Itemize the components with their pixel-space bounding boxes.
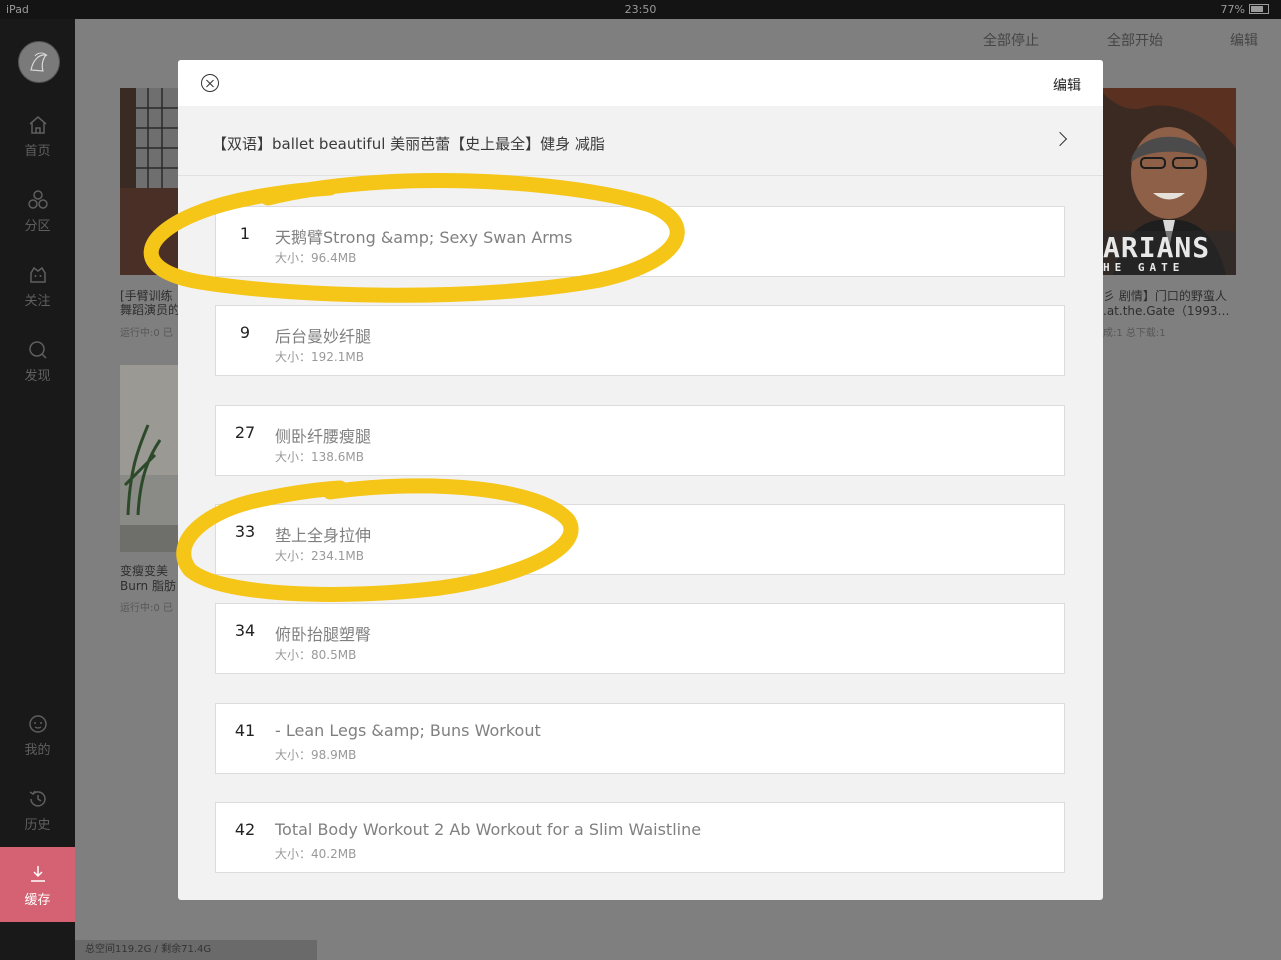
episode-number: 41 [234,721,256,740]
video-title-line: 彡 剧情】门口的野蛮人 [1103,289,1227,303]
video-thumbnail[interactable] [120,365,180,552]
status-bar: iPad 23:50 77% [0,0,1281,19]
sidebar-item-home[interactable]: 首页 [0,114,75,184]
battery-indicator: 77% [1221,3,1269,16]
download-detail-modal: 编辑 【双语】ballet beautiful 美丽芭蕾【史上最全】健身 减脂 … [178,60,1103,900]
video-title-line: Burn 脂肪 [120,579,176,593]
sidebar-item-follow[interactable]: 关注 [0,264,75,334]
episode-item[interactable]: 33 垫上全身拉伸 大小：234.1MB [215,504,1065,575]
poster-subtitle: HE GATE [1103,261,1185,274]
episode-title: 天鹅臂Strong &amp; Sexy Swan Arms [275,228,573,247]
sidebar-item-cache[interactable]: 缓存 [0,847,75,922]
video-title-line: .at.the.Gate（1993… [1103,304,1230,318]
episode-number: 42 [234,820,256,839]
sidebar-item-discover[interactable]: 发现 [0,339,75,409]
thumbnail-image [120,88,180,275]
episode-item[interactable]: 42 Total Body Workout 2 Ab Workout for a… [215,802,1065,873]
episode-title: 垫上全身拉伸 [275,526,372,545]
avatar-image [19,42,59,82]
episode-number: 33 [234,522,256,541]
episode-item[interactable]: 34 俯卧抬腿塑臀 大小：80.5MB [215,603,1065,674]
episode-item[interactable]: 1 天鹅臂Strong &amp; Sexy Swan Arms 大小：96.4… [215,206,1065,277]
battery-level: 77% [1220,3,1245,16]
episode-size: 大小：234.1MB [275,549,364,563]
thumbnail-image [120,365,180,552]
video-meta: 运行中:0 已 [120,603,173,614]
status-time: 23:50 [624,3,657,16]
video-title-line: 变瘦变美 [120,564,169,578]
series-title-row[interactable]: 【双语】ballet beautiful 美丽芭蕾【史上最全】健身 减脂 [178,106,1103,176]
category-icon [27,190,48,209]
episode-item[interactable]: 27 侧卧纤腰瘦腿 大小：138.6MB [215,405,1065,476]
series-title: 【双语】ballet beautiful 美丽芭蕾【史上最全】健身 减脂 [212,135,605,153]
avatar[interactable] [18,41,60,83]
episode-size: 大小：80.5MB [275,648,357,662]
edit-button[interactable]: 编辑 [1230,30,1258,50]
sidebar-item-label: 发现 [24,369,51,384]
sidebar-item-label: 关注 [24,294,51,309]
sidebar-item-label: 缓存 [24,893,51,908]
profile-icon [28,715,47,733]
video-thumbnail[interactable]: ARIANS HE GATE [1103,88,1236,275]
episode-item[interactable]: 9 后台曼妙纤腿 大小：192.1MB [215,305,1065,376]
episode-title: Total Body Workout 2 Ab Workout for a Sl… [275,820,702,839]
storage-info: 总空间119.2G / 剩余71.4G [75,940,317,960]
history-icon [29,790,46,807]
video-title-line: 舞蹈演员的 [120,303,181,317]
sidebar-item-category[interactable]: 分区 [0,189,75,259]
screen: iPad 23:50 77% 首页 分区 关注 发现 我的 历史 缓存 全部停止… [0,0,1281,960]
modal-edit-button[interactable]: 编辑 [1053,75,1081,95]
episode-size: 大小：138.6MB [275,450,364,464]
episode-title: 侧卧纤腰瘦腿 [275,427,372,446]
search-icon [28,341,47,359]
episode-size: 大小：192.1MB [275,350,364,364]
episode-size: 大小：98.9MB [275,748,357,762]
download-icon [30,866,45,882]
episode-title: 后台曼妙纤腿 [275,327,372,346]
start-all-button[interactable]: 全部开始 [1107,30,1163,50]
stop-all-button[interactable]: 全部停止 [983,30,1039,50]
sidebar: 首页 分区 关注 发现 我的 历史 缓存 [0,19,75,960]
video-thumbnail[interactable] [120,88,180,275]
episode-size: 大小：40.2MB [275,847,357,861]
close-icon[interactable] [201,74,219,92]
episode-number: 34 [234,621,256,640]
episode-number: 27 [234,423,256,442]
video-meta: 成:1 总下载:1 [1103,328,1166,339]
sidebar-item-label: 我的 [24,743,51,758]
episode-item[interactable]: 41 - Lean Legs &amp; Buns Workout 大小：98.… [215,703,1065,774]
episode-number: 9 [239,323,251,342]
episode-title: - Lean Legs &amp; Buns Workout [275,721,541,740]
modal-header: 编辑 [178,60,1103,106]
sidebar-item-label: 分区 [24,219,51,234]
episode-size: 大小：96.4MB [275,251,357,265]
video-meta: 运行中:0 已 [120,328,173,339]
video-title-line: [手臂训练 [120,289,173,303]
sidebar-item-label: 历史 [24,818,51,833]
sidebar-item-label: 首页 [24,144,51,159]
battery-icon [1249,4,1269,14]
home-icon [29,116,46,134]
follow-icon [29,266,46,283]
episode-title: 俯卧抬腿塑臀 [275,625,372,644]
chevron-right-icon [1052,131,1068,147]
sidebar-item-mine[interactable]: 我的 [0,713,75,783]
episode-number: 1 [239,224,251,243]
poster-title: ARIANS [1103,231,1211,264]
